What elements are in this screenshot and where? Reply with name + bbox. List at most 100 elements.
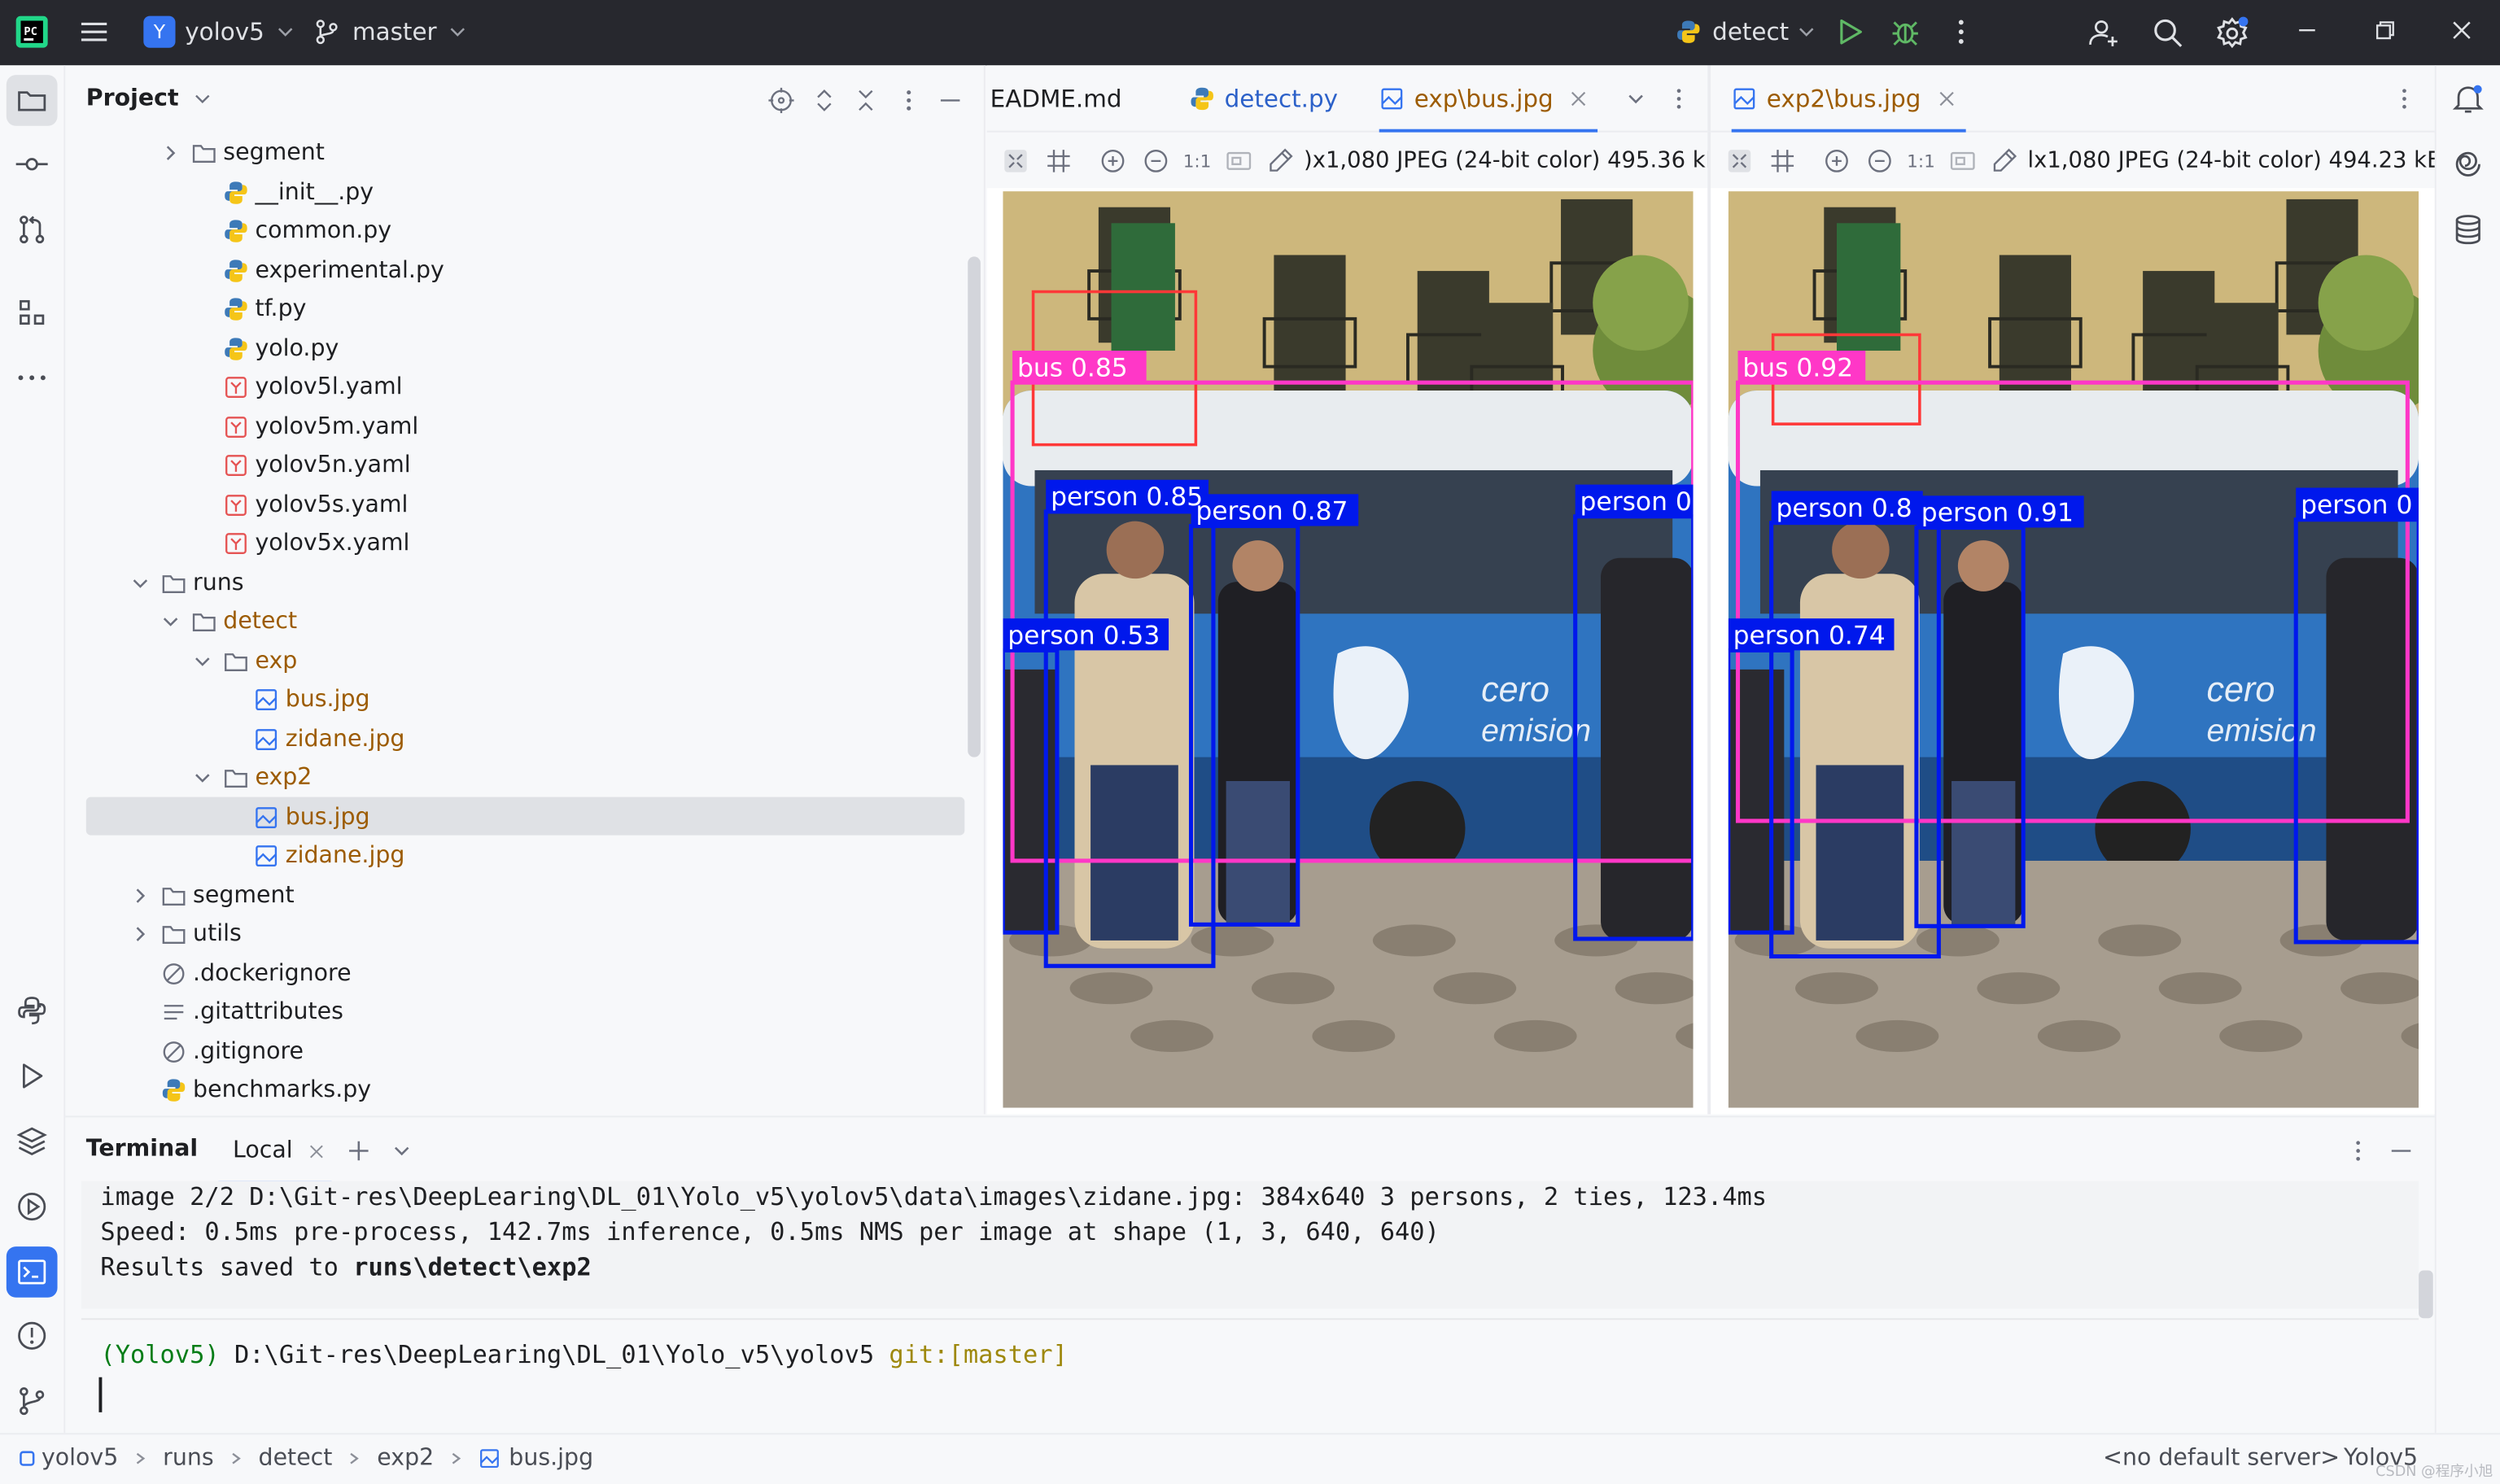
terminal-tool-button[interactable] <box>6 1246 58 1298</box>
actual-size-button[interactable]: 1:1 <box>1907 151 1935 171</box>
tree-folder[interactable]: exp <box>191 642 297 680</box>
chevron-right-icon[interactable] <box>160 142 181 164</box>
chevron-right-icon[interactable] <box>129 923 151 945</box>
close-window-icon[interactable] <box>2450 20 2472 41</box>
tree-file[interactable]: bus.jpg <box>254 681 370 719</box>
tree-file[interactable]: experimental.py <box>223 251 444 290</box>
code-with-me-icon[interactable] <box>2089 18 2119 48</box>
tree-file[interactable]: zidane.jpg <box>254 837 404 875</box>
breadcrumb-item[interactable]: detect <box>259 1446 333 1471</box>
chevron-down-icon[interactable] <box>129 571 151 593</box>
pycharm-logo-icon[interactable]: PC <box>15 15 48 48</box>
tree-file[interactable]: tf.py <box>223 290 306 329</box>
tree-folder[interactable]: segment <box>160 134 325 172</box>
notifications-bell-icon[interactable] <box>2452 83 2484 115</box>
chevron-down-icon[interactable] <box>160 610 181 632</box>
tree-file[interactable]: benchmarks.py <box>161 1072 371 1110</box>
close-tab-icon[interactable] <box>1569 89 1589 109</box>
tree-folder[interactable]: segment <box>129 876 295 914</box>
minimize-window-icon[interactable] <box>2296 20 2318 41</box>
server-selector[interactable]: <no default server> <box>2103 1446 2340 1471</box>
grid-icon[interactable] <box>1768 146 1797 175</box>
tree-file[interactable]: yolov5m.yaml <box>223 408 418 446</box>
hide-panel-icon[interactable] <box>2389 1138 2414 1163</box>
database-icon[interactable] <box>2452 214 2484 246</box>
breadcrumb-item[interactable]: yolov5 <box>42 1446 118 1471</box>
project-tree-scrollbar[interactable] <box>968 256 981 757</box>
terminal-scrollbar[interactable] <box>2419 1270 2433 1319</box>
more-tools-icon[interactable] <box>16 362 48 394</box>
zoom-out-icon[interactable] <box>1142 146 1170 175</box>
chevron-down-icon[interactable] <box>391 1140 413 1162</box>
search-icon[interactable] <box>2153 18 2183 48</box>
chevron-down-icon[interactable] <box>191 649 213 671</box>
more-actions-icon[interactable] <box>2393 88 2415 110</box>
tree-file[interactable]: yolov5s.yaml <box>223 486 408 524</box>
python-packages-icon[interactable] <box>16 1125 48 1157</box>
tree-file[interactable]: .dockerignore <box>161 954 352 993</box>
tree-file[interactable]: yolo.py <box>223 330 339 368</box>
close-tab-icon[interactable] <box>1937 89 1956 109</box>
breadcrumb-item[interactable]: runs <box>163 1446 214 1471</box>
ai-assistant-icon[interactable] <box>2452 148 2484 180</box>
run-button[interactable] <box>1835 18 1864 46</box>
run-config-selector[interactable]: detect <box>1676 18 1817 46</box>
chevron-down-icon[interactable] <box>1624 88 1646 110</box>
image-viewer-left[interactable]: cero emision bus 0.85 person 0.85 person 0.8… <box>986 188 1708 1115</box>
debug-button[interactable] <box>1891 18 1920 46</box>
git-icon[interactable] <box>16 1386 48 1417</box>
tab-readme[interactable]: EADME.md <box>990 65 1122 132</box>
main-menu-icon[interactable] <box>80 18 108 46</box>
tree-file[interactable]: yolov5l.yaml <box>223 369 403 407</box>
chevron-down-icon[interactable] <box>191 766 213 788</box>
tree-folder[interactable]: utils <box>129 915 242 954</box>
more-actions-icon[interactable] <box>1667 88 1689 110</box>
grid-icon[interactable] <box>1044 146 1073 175</box>
fit-window-icon[interactable] <box>1948 146 1977 175</box>
tree-file[interactable]: bus.jpg <box>254 798 370 836</box>
chevron-right-icon[interactable] <box>129 884 151 906</box>
color-picker-icon[interactable] <box>1989 146 2017 175</box>
commit-icon[interactable] <box>15 148 48 180</box>
fit-zoom-icon[interactable] <box>1001 146 1029 175</box>
terminal-cursor[interactable] <box>98 1377 103 1412</box>
add-terminal-icon[interactable] <box>346 1138 371 1163</box>
tab-exp-bus-jpg[interactable]: exp\bus.jpg <box>1379 65 1599 133</box>
tree-folder[interactable]: runs <box>129 564 244 602</box>
restore-window-icon[interactable] <box>2374 20 2396 41</box>
run-tool-icon[interactable] <box>16 1060 48 1092</box>
color-picker-icon[interactable] <box>1265 146 1294 175</box>
tab-exp2-bus-jpg[interactable]: exp2\bus.jpg <box>1731 65 1966 133</box>
settings-gear-icon[interactable] <box>2216 16 2249 50</box>
tree-file[interactable]: yolov5n.yaml <box>223 447 411 485</box>
breadcrumb-item[interactable]: exp2 <box>377 1446 434 1471</box>
pull-requests-icon[interactable] <box>16 214 48 246</box>
structure-icon[interactable] <box>16 296 48 328</box>
project-switcher[interactable]: Y yolov5 <box>143 15 296 48</box>
tree-folder[interactable]: detect <box>160 603 297 641</box>
terminal-tab-local[interactable]: Local <box>218 1117 331 1185</box>
tab-detect-py[interactable]: detect.py <box>1190 65 1338 132</box>
branch-switcher[interactable]: master <box>314 18 469 46</box>
fit-zoom-icon[interactable] <box>1725 146 1754 175</box>
zoom-out-icon[interactable] <box>1865 146 1894 175</box>
services-icon[interactable] <box>16 1191 48 1223</box>
actual-size-button[interactable]: 1:1 <box>1183 151 1212 171</box>
tree-file[interactable]: yolov5x.yaml <box>223 525 409 563</box>
tree-file[interactable]: common.py <box>223 212 391 251</box>
zoom-in-icon[interactable] <box>1099 146 1127 175</box>
more-actions-icon[interactable] <box>2347 1138 2369 1163</box>
fit-window-icon[interactable] <box>1224 146 1252 175</box>
folder-icon[interactable] <box>16 85 48 116</box>
image-viewer-right[interactable]: cero emision bus 0.92 person 0.8 person 0.91… <box>1711 188 2435 1115</box>
problems-icon[interactable] <box>16 1320 48 1351</box>
python-console-icon[interactable] <box>16 995 48 1027</box>
tree-file[interactable]: zidane.jpg <box>254 720 404 758</box>
close-tab-icon[interactable] <box>307 1142 325 1160</box>
tree-folder[interactable]: exp2 <box>191 759 312 797</box>
tree-file[interactable]: __init__.py <box>223 173 374 212</box>
tree-file[interactable]: .gitignore <box>161 1032 304 1071</box>
breadcrumb-item[interactable]: bus.jpg <box>509 1446 593 1471</box>
more-actions-icon[interactable] <box>1948 18 1973 46</box>
tree-file[interactable]: .gitattributes <box>161 993 343 1032</box>
